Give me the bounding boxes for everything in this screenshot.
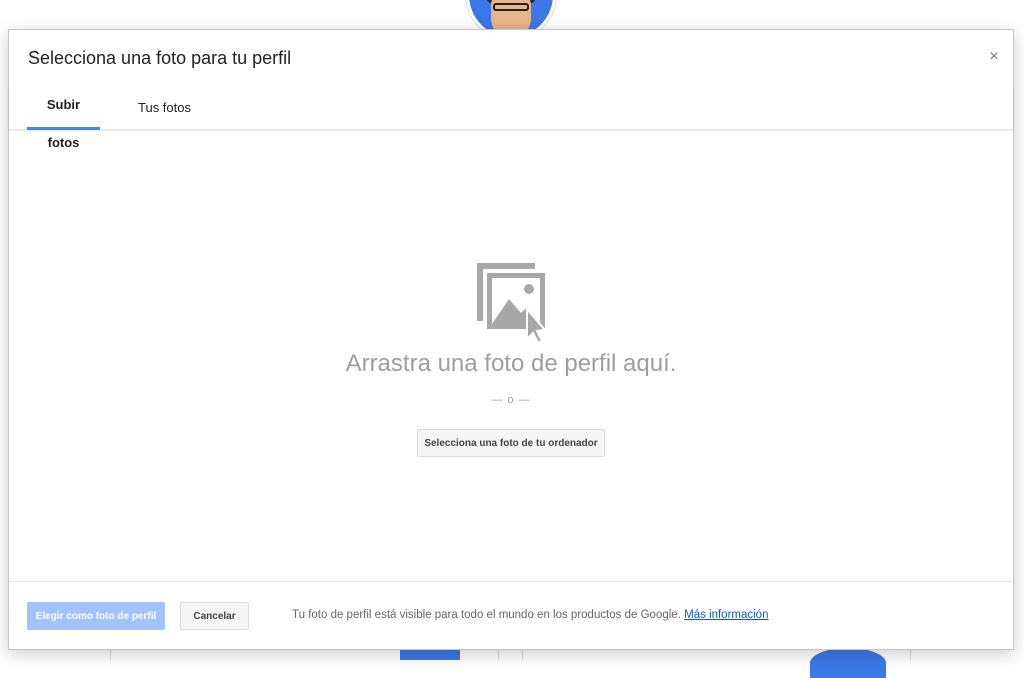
tab-bar: Subir fotos Tus fotos bbox=[9, 86, 1013, 130]
photo-upload-icon bbox=[475, 261, 547, 345]
visibility-note-text: Tu foto de perfil está visible para todo… bbox=[292, 609, 681, 621]
visibility-note: Tu foto de perfil está visible para todo… bbox=[292, 609, 768, 621]
tab-upload-photos[interactable]: Subir fotos bbox=[27, 86, 100, 130]
background-blue-shape bbox=[810, 648, 886, 678]
cancel-button[interactable]: Cancelar bbox=[180, 602, 249, 630]
dropzone-text: Arrastra una foto de perfil aquí. bbox=[9, 350, 1013, 378]
dialog-title: Selecciona una foto para tu perfil bbox=[28, 48, 291, 69]
tab-your-photos[interactable]: Tus fotos bbox=[134, 86, 195, 130]
set-profile-photo-button[interactable]: Elegir como foto de perfil bbox=[27, 602, 165, 630]
photo-dropzone[interactable]: Arrastra una foto de perfil aquí. — o — … bbox=[9, 131, 1013, 583]
more-info-link[interactable]: Más información bbox=[684, 609, 768, 621]
dialog-footer: Elegir como foto de perfil Cancelar Tu f… bbox=[9, 581, 1013, 649]
or-divider: — o — bbox=[9, 394, 1013, 406]
avatar-glasses bbox=[493, 3, 529, 11]
profile-photo-dialog: Selecciona una foto para tu perfil × Sub… bbox=[8, 29, 1014, 650]
close-button[interactable]: × bbox=[983, 46, 1005, 68]
select-from-computer-button[interactable]: Selecciona una foto de tu ordenador bbox=[417, 429, 605, 457]
